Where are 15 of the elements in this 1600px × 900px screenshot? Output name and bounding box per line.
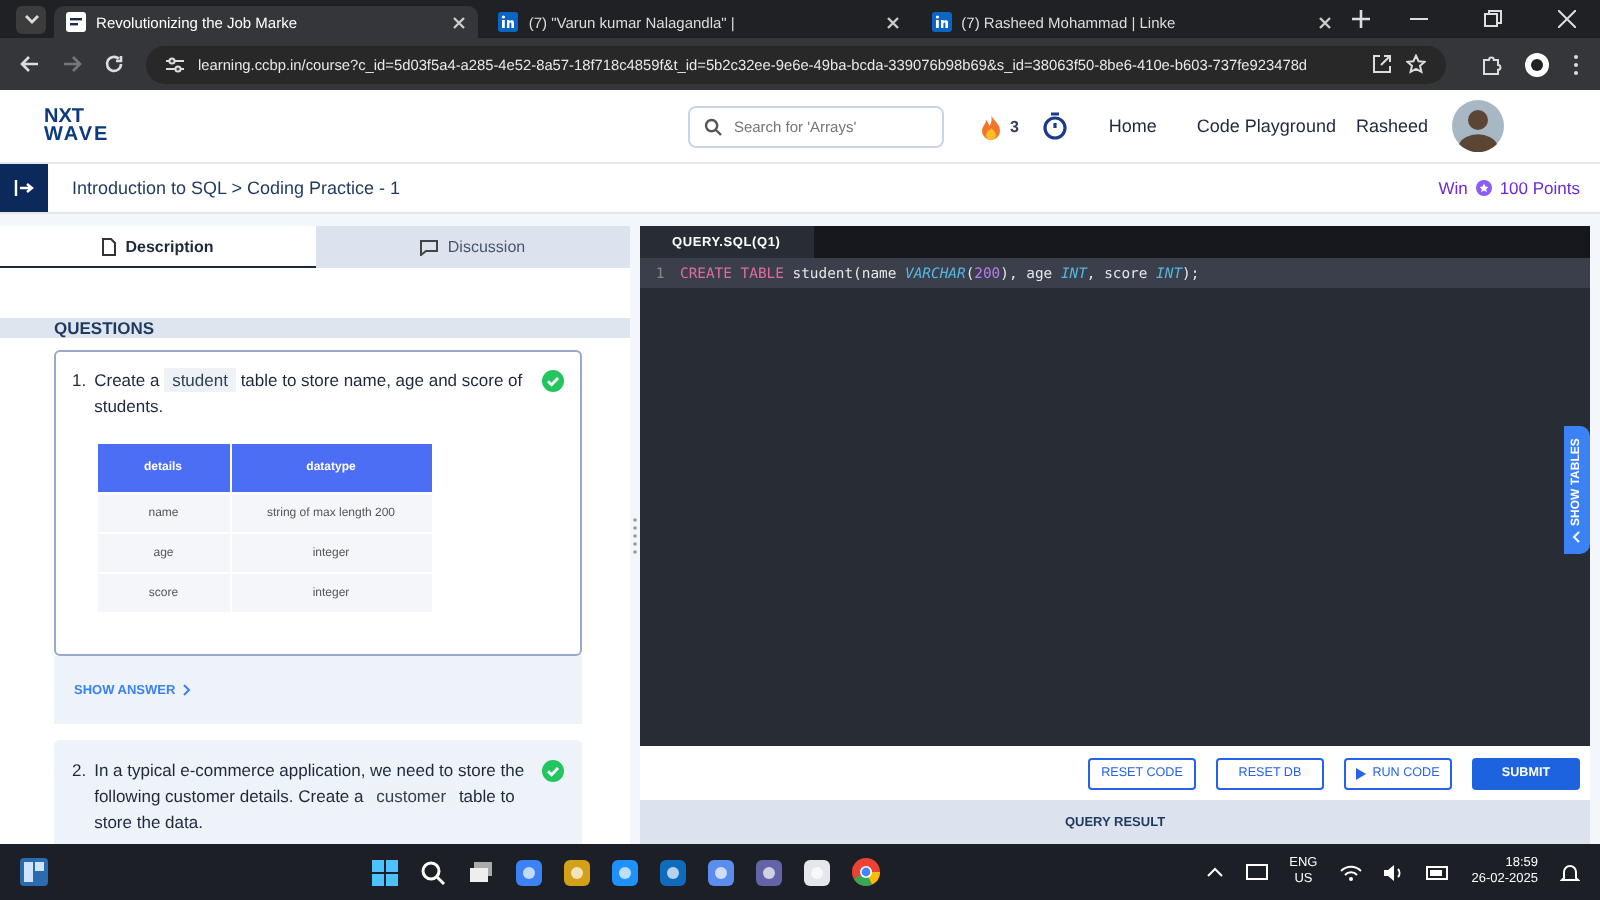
question-text: Create a student table to store name, age and score of students.	[94, 368, 525, 420]
nav-link[interactable]: Home	[1108, 116, 1157, 136]
question-text: In a typical e-commerce application, we need to store the following customer details. Create a customer table to store the data.	[94, 758, 527, 836]
section-title: QUESTIONS	[54, 318, 155, 338]
reward-label: Win	[1438, 178, 1468, 198]
nav-link[interactable]: Code Playground	[1196, 116, 1336, 136]
question-number: 2.	[72, 758, 87, 784]
reward-points: 100 Points	[1499, 178, 1580, 198]
user-name: Rasheed	[1355, 116, 1428, 136]
question-number: 1.	[72, 368, 87, 394]
logo[interactable]: NXT WAVE	[44, 108, 110, 144]
streak-count: 3	[1009, 117, 1019, 135]
tab[interactable]: Discussion	[315, 226, 630, 268]
question-card[interactable]: 2. In a typical e-commerce application, we need to store the following customer details. Create a customer table to store the data.	[54, 740, 582, 844]
breadcrumb: Introduction to SQL > Coding Practice - 1	[72, 178, 401, 198]
